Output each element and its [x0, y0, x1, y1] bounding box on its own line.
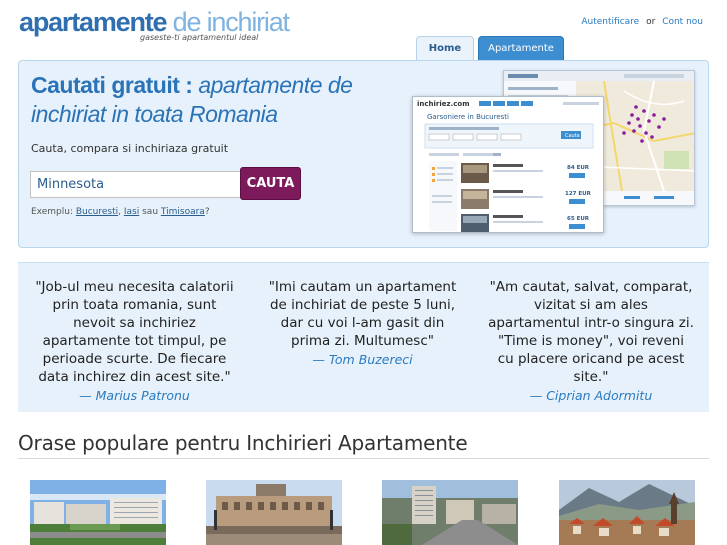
hero-subtitle: Cauta, compara si inchiriaza gratuit: [31, 142, 229, 155]
testimonial: "Job-ul meu necesita calatorii prin toat…: [32, 278, 237, 405]
testimonial-quote: "Imi cautam un apartament de inchiriat d…: [268, 279, 457, 349]
city-photo[interactable]: [559, 480, 695, 545]
city-photo-image: [30, 480, 166, 545]
example-link-timisoara[interactable]: Timisoara: [161, 207, 205, 217]
preview-site-name: inchiriez.com: [417, 100, 470, 108]
preview-heading: Garsoniere in Bucuresti: [427, 113, 509, 121]
testimonial-author: — Ciprian Adormitu: [529, 388, 653, 403]
testimonial-author: — Tom Buzereci: [312, 352, 413, 367]
example-prefix: Exemplu:: [31, 207, 76, 217]
testimonials-panel: "Job-ul meu necesita calatorii prin toat…: [18, 262, 709, 412]
tab-home[interactable]: Home: [416, 36, 474, 60]
preview-price-3: 65 EUR: [567, 216, 590, 222]
hero-panel: Cautati gratuit : apartamente de inchiri…: [18, 60, 709, 248]
listing-screenshot: inchiriez.com Garsoniere in Bucuresti Ca…: [412, 96, 604, 233]
login-link[interactable]: Autentificare: [581, 17, 639, 27]
or-separator: or: [646, 17, 656, 27]
hero-title-bold: Cautati gratuit :: [31, 72, 193, 98]
testimonial: "Imi cautam un apartament de inchiriat d…: [260, 278, 465, 369]
city-photo-image: [382, 480, 518, 545]
search-input[interactable]: [30, 171, 241, 198]
preview-button: Cauta: [565, 133, 580, 139]
city-photo[interactable]: [30, 480, 166, 545]
new-account-link[interactable]: Cont nou: [662, 17, 703, 27]
popular-cities-title: Orase populare pentru Inchirieri Apartam…: [18, 431, 468, 455]
hero-title: Cautati gratuit : apartamente de inchiri…: [31, 71, 391, 129]
city-photo-image: [559, 480, 695, 545]
example-link-iasi[interactable]: Iasi: [124, 207, 139, 217]
listing-screenshot-image: inchiriez.com Garsoniere in Bucuresti Ca…: [413, 97, 603, 232]
example-suffix: ?: [204, 207, 210, 217]
example-link-bucuresti[interactable]: Bucuresti: [76, 207, 118, 217]
testimonial: "Am cautat, salvat, comparat, vizitat si…: [488, 278, 694, 405]
account-links: Autentificare or Cont nou: [581, 17, 703, 27]
search-examples: Exemplu: Bucuresti, Iasi sau Timisoara?: [31, 207, 210, 217]
testimonial-quote: "Job-ul meu necesita calatorii prin toat…: [35, 279, 234, 385]
search-button[interactable]: CAUTA: [240, 167, 301, 200]
testimonial-quote: "Am cautat, salvat, comparat, vizitat si…: [488, 279, 694, 385]
tab-apartamente[interactable]: Apartamente: [478, 36, 564, 60]
city-photo-image: [206, 480, 342, 545]
city-photo[interactable]: [206, 480, 342, 545]
city-photo[interactable]: [382, 480, 518, 545]
preview-price-1: 84 EUR: [567, 165, 590, 171]
section-divider: [18, 458, 709, 459]
site-tagline: gaseste-ti apartamentul ideal: [140, 33, 259, 42]
testimonial-author: — Marius Patronu: [79, 388, 190, 403]
example-or: sau: [139, 207, 161, 217]
preview-price-2: 127 EUR: [565, 191, 592, 197]
